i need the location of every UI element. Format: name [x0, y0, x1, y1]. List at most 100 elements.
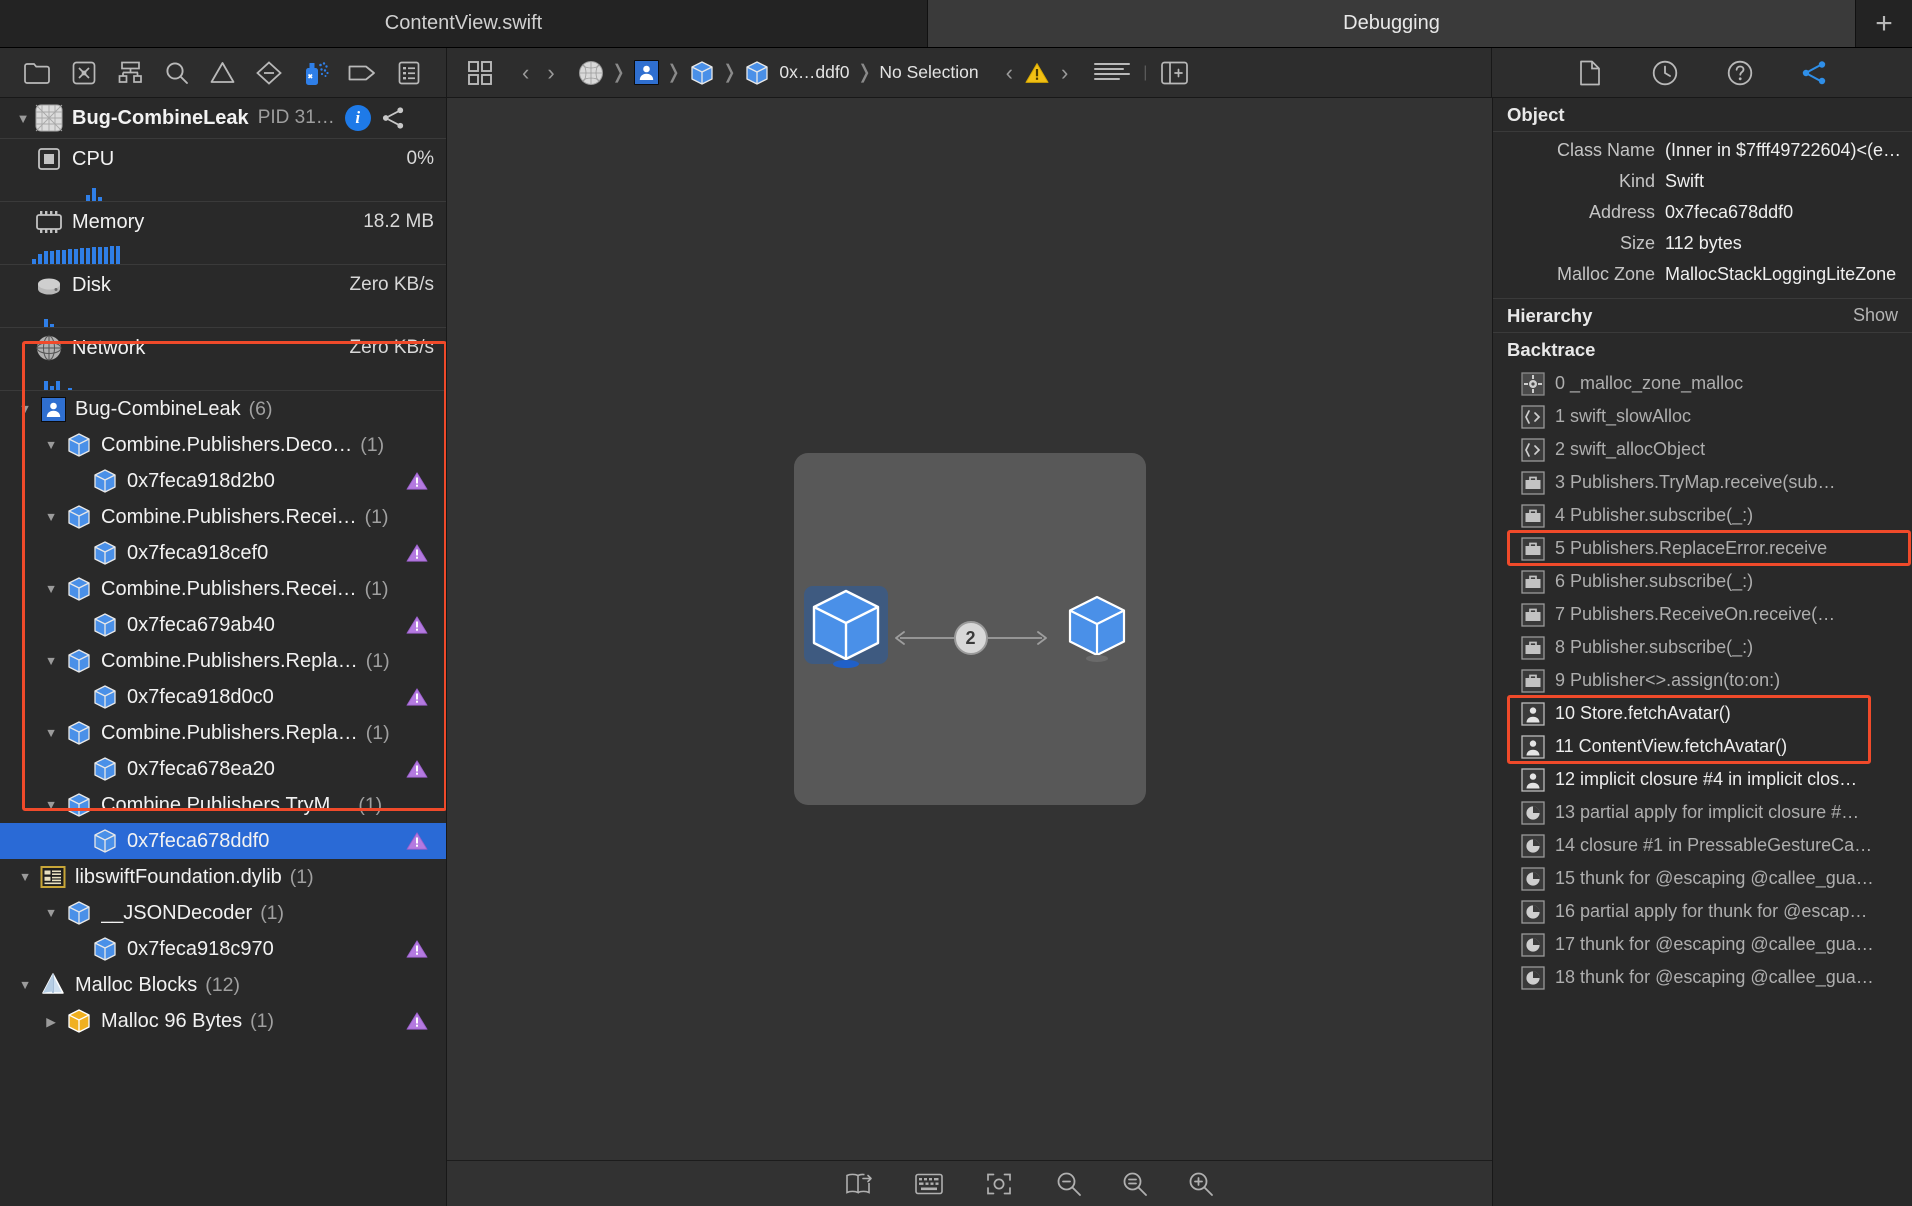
leak-warning-icon[interactable] [406, 1012, 428, 1031]
backtrace-frame[interactable]: 17 thunk for @escaping @callee_gua… [1493, 928, 1912, 961]
warning-triangle-icon[interactable] [1022, 60, 1052, 86]
jump-forward-button[interactable]: › [538, 60, 563, 86]
file-inspector-icon[interactable] [1575, 60, 1605, 86]
backtrace-frame[interactable]: 7 Publishers.ReceiveOn.receive(… [1493, 598, 1912, 631]
folder-icon[interactable] [22, 60, 52, 86]
focus-icon[interactable] [985, 1171, 1013, 1197]
backtrace-frame[interactable]: 10 Store.fetchAvatar() [1493, 697, 1912, 730]
tree-row[interactable]: Combine.Publishers.Repla… (1) [0, 715, 446, 751]
cube-icon[interactable] [744, 60, 770, 86]
backtrace-frame[interactable]: 9 Publisher<>.assign(to:on:) [1493, 664, 1912, 697]
jump-bar-selection[interactable]: No Selection [879, 62, 978, 83]
tree-disclosure[interactable] [38, 582, 64, 596]
align-lines-icon[interactable] [1093, 60, 1131, 86]
search-icon[interactable] [162, 60, 192, 86]
person-icon[interactable] [633, 60, 659, 85]
tree-row[interactable]: Combine.Publishers.Deco… (1) [0, 427, 446, 463]
tab-contentview-swift[interactable]: ContentView.swift [0, 0, 928, 47]
inspector-toggle-icon[interactable] [1159, 60, 1189, 86]
debug-spray-icon[interactable] [301, 60, 331, 86]
tree-disclosure[interactable] [38, 510, 64, 524]
tree-row[interactable]: Combine.Publishers.Repla… (1) [0, 643, 446, 679]
backtrace-frame[interactable]: 4 Publisher.subscribe(_:) [1493, 499, 1912, 532]
warning-icon[interactable] [208, 60, 238, 86]
zoom-fit-icon[interactable] [1121, 1171, 1149, 1197]
backtrace-frame[interactable]: 18 thunk for @escaping @callee_gua… [1493, 961, 1912, 994]
tree-disclosure[interactable] [12, 870, 38, 884]
history-inspector-icon[interactable] [1650, 60, 1680, 86]
test-diamond-icon[interactable] [254, 60, 284, 86]
tree-row[interactable]: 0x7feca678ddf0 [0, 823, 446, 859]
memory-graph-tree[interactable]: Bug-CombineLeak (6) Combine.Publishers.Dec… [0, 391, 446, 1206]
grid-icon[interactable] [465, 60, 495, 86]
tree-row[interactable]: Combine.Publishers.Recei… (1) [0, 571, 446, 607]
process-link-icon[interactable] [381, 105, 407, 131]
tree-row[interactable]: 0x7feca918c970 [0, 931, 446, 967]
tree-disclosure[interactable] [38, 1014, 64, 1029]
source-control-icon[interactable] [69, 60, 99, 86]
open-in-new-icon[interactable] [845, 1171, 873, 1197]
mesh-icon[interactable] [578, 60, 604, 86]
zoom-in-icon[interactable] [1187, 1171, 1215, 1197]
process-disclosure[interactable] [12, 111, 34, 126]
leak-warning-icon[interactable] [406, 544, 428, 563]
tree-row[interactable]: 0x7feca679ab40 [0, 607, 446, 643]
tree-row[interactable]: Malloc Blocks (12) [0, 967, 446, 1003]
backtrace-frame[interactable]: 12 implicit closure #4 in implicit clos… [1493, 763, 1912, 796]
tree-row[interactable]: 0x7feca678ea20 [0, 751, 446, 787]
leak-warning-icon[interactable] [406, 940, 428, 959]
cube-icon[interactable] [689, 60, 715, 86]
graph-edge[interactable]: 2 [890, 621, 1052, 655]
backtrace-frame[interactable]: 0 _malloc_zone_malloc [1493, 367, 1912, 400]
backtrace-frame[interactable]: 1 swift_slowAlloc [1493, 400, 1912, 433]
jump-back-button[interactable]: ‹ [513, 60, 538, 86]
leak-warning-icon[interactable] [406, 472, 428, 491]
backtrace-frame[interactable]: 6 Publisher.subscribe(_:) [1493, 565, 1912, 598]
tree-disclosure[interactable] [38, 438, 64, 452]
tree-disclosure[interactable] [38, 906, 64, 920]
backtrace-frame[interactable]: 8 Publisher.subscribe(_:) [1493, 631, 1912, 664]
gauge-row-memory[interactable]: Memory 18.2 MB [0, 202, 446, 265]
backtrace-frame[interactable]: 2 swift_allocObject [1493, 433, 1912, 466]
tab-debugging[interactable]: Debugging [928, 0, 1856, 47]
cube-node[interactable] [1062, 593, 1132, 662]
leak-warning-icon[interactable] [406, 832, 428, 851]
tree-disclosure[interactable] [12, 978, 38, 992]
backtrace-frame[interactable]: 16 partial apply for thunk for @escap… [1493, 895, 1912, 928]
backtrace-frame[interactable]: 15 thunk for @escaping @callee_gua… [1493, 862, 1912, 895]
info-badge-icon[interactable]: i [344, 105, 371, 131]
gauge-row-cpu[interactable]: CPU 0% [0, 139, 446, 202]
tree-disclosure[interactable] [38, 654, 64, 668]
tree-row[interactable]: libswiftFoundation.dylib (1) [0, 859, 446, 895]
tree-disclosure[interactable] [38, 726, 64, 740]
add-tab-button[interactable]: + [1856, 0, 1912, 47]
report-icon[interactable] [394, 60, 424, 86]
backtrace-frame[interactable]: 11 ContentView.fetchAvatar() [1493, 730, 1912, 763]
memory-graph-canvas[interactable]: 2 [447, 98, 1492, 1160]
gauge-row-disk[interactable]: Disk Zero KB/s [0, 265, 446, 328]
tree-row[interactable]: 0x7feca918cef0 [0, 535, 446, 571]
leak-warning-icon[interactable] [406, 688, 428, 707]
help-inspector-icon[interactable] [1725, 60, 1755, 86]
backtrace-frame[interactable]: 14 closure #1 in PressableGestureCa… [1493, 829, 1912, 862]
hierarchy-icon[interactable] [115, 60, 145, 86]
leak-warning-icon[interactable] [406, 616, 428, 635]
backtrace-frame[interactable]: 13 partial apply for implicit closure #… [1493, 796, 1912, 829]
hierarchy-show-button[interactable]: Show [1853, 305, 1898, 326]
backtrace-frame[interactable]: 3 Publishers.TryMap.receive(sub… [1493, 466, 1912, 499]
issue-prev-button[interactable]: ‹ [997, 60, 1022, 86]
object-inspector-icon[interactable] [1800, 60, 1830, 86]
tree-row[interactable]: Combine.Publishers.TryM… (1) [0, 787, 446, 823]
tree-row[interactable]: __JSONDecoder (1) [0, 895, 446, 931]
jump-bar-address[interactable]: 0x…ddf0 [779, 62, 849, 83]
tree-row[interactable]: Combine.Publishers.Recei… (1) [0, 499, 446, 535]
zoom-out-icon[interactable] [1055, 1171, 1083, 1197]
keyboard-icon[interactable] [914, 1171, 943, 1197]
tree-row[interactable]: Bug-CombineLeak (6) [0, 391, 446, 427]
issue-next-button[interactable]: › [1052, 60, 1077, 86]
process-header-row[interactable]: Bug-CombineLeak PID 31… i [0, 98, 446, 139]
backtrace-frame[interactable]: 5 Publishers.ReplaceError.receive [1493, 532, 1912, 565]
cube-node-selected[interactable] [803, 586, 888, 668]
gauge-row-network[interactable]: Network Zero KB/s [0, 328, 446, 391]
tag-icon[interactable] [347, 60, 377, 86]
